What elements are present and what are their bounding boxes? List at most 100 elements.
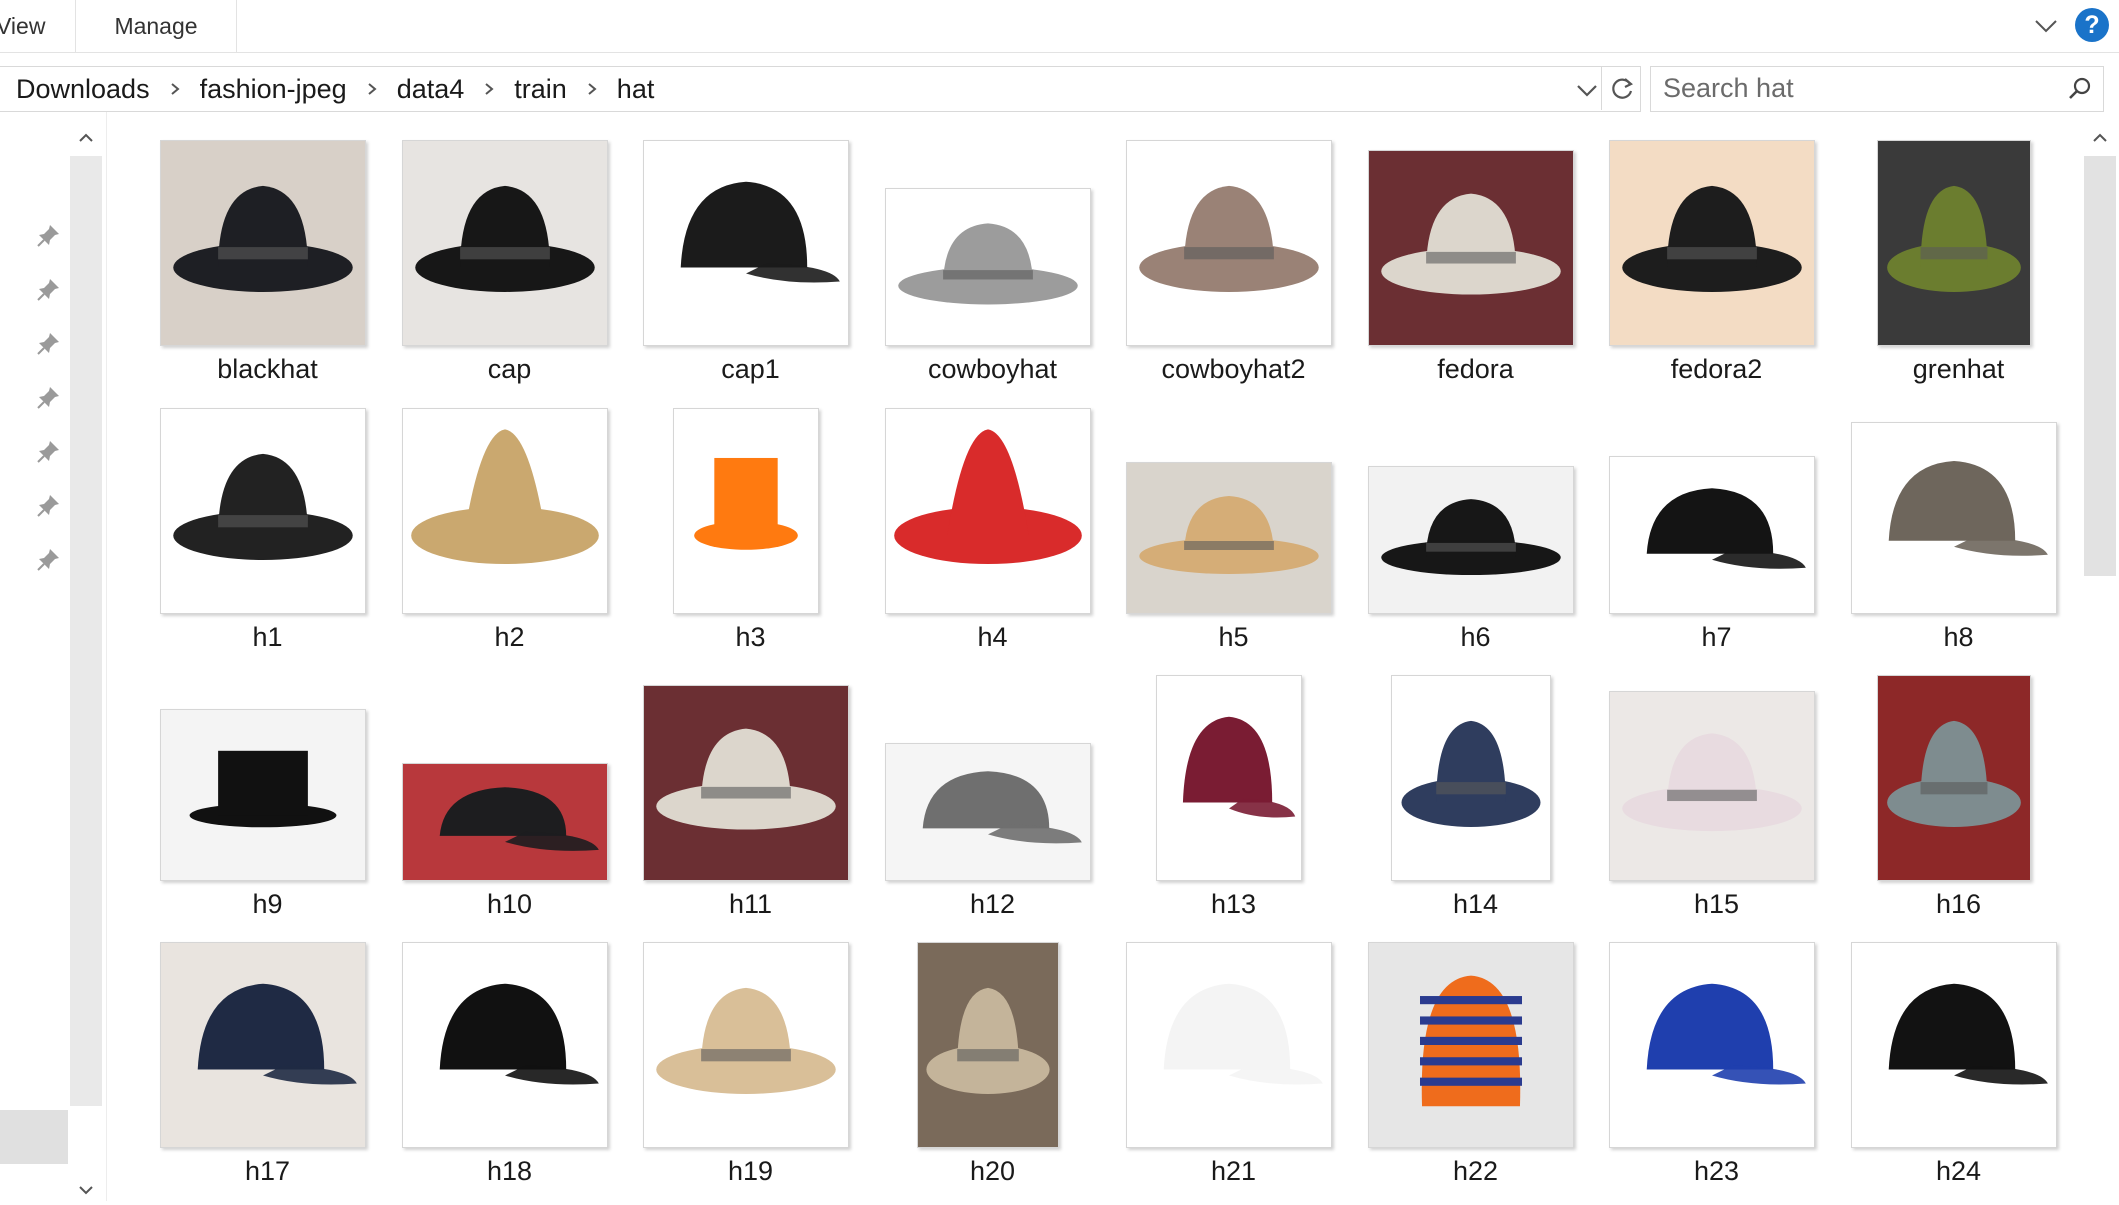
file-name[interactable]: h23 [1596, 1156, 1837, 1187]
file-item[interactable]: h19 [630, 932, 871, 1199]
file-thumbnail[interactable] [885, 942, 1089, 1148]
chevron-right-icon[interactable] [162, 67, 188, 111]
file-item[interactable]: h13 [1113, 665, 1354, 932]
file-name[interactable]: h24 [1838, 1156, 2067, 1187]
file-name[interactable]: h20 [872, 1156, 1113, 1187]
file-name[interactable]: h4 [872, 622, 1113, 653]
file-item[interactable]: cowboyhat2 [1113, 130, 1354, 397]
chevron-right-icon[interactable] [476, 67, 502, 111]
file-name[interactable]: grenhat [1838, 354, 2067, 385]
tab-view[interactable]: View [0, 0, 70, 52]
file-item[interactable]: cap1 [630, 130, 871, 397]
pin-icon[interactable] [36, 384, 62, 410]
file-name[interactable]: h8 [1838, 622, 2067, 653]
file-name[interactable]: h17 [147, 1156, 388, 1187]
file-name[interactable]: cowboyhat2 [1113, 354, 1354, 385]
file-thumbnail[interactable] [1609, 140, 1815, 346]
file-thumbnail[interactable] [643, 140, 849, 346]
chevron-right-icon[interactable] [359, 67, 385, 111]
file-thumbnail[interactable] [1609, 675, 1815, 881]
file-name[interactable]: cap [389, 354, 630, 385]
file-thumbnail[interactable] [160, 942, 366, 1148]
file-thumbnail[interactable] [402, 942, 608, 1148]
refresh-button[interactable] [1601, 66, 1642, 110]
file-thumbnail[interactable] [885, 140, 1091, 346]
address-bar[interactable]: Downloads fashion-jpeg data4 train hat [0, 66, 1641, 112]
nav-selected-item[interactable] [0, 1110, 68, 1164]
tab-manage[interactable]: Manage [75, 0, 237, 52]
file-name[interactable]: h18 [389, 1156, 630, 1187]
file-item[interactable]: h11 [630, 665, 871, 932]
file-thumbnail[interactable] [885, 408, 1091, 614]
file-thumbnail[interactable] [402, 408, 608, 614]
file-thumbnail[interactable] [1609, 942, 1815, 1148]
pin-icon[interactable] [36, 546, 62, 572]
file-thumbnail[interactable] [1368, 408, 1574, 614]
file-item[interactable]: h15 [1596, 665, 1837, 932]
file-name[interactable]: h14 [1355, 889, 1596, 920]
file-name[interactable]: h7 [1596, 622, 1837, 653]
content-scrollbar[interactable] [2080, 120, 2119, 1201]
file-thumbnail[interactable] [1851, 675, 2055, 881]
file-name[interactable]: h12 [872, 889, 1113, 920]
search-input[interactable] [1663, 67, 2043, 109]
file-thumbnail[interactable] [160, 408, 366, 614]
pin-icon[interactable] [36, 492, 62, 518]
breadcrumb-item-data4[interactable]: data4 [397, 74, 465, 105]
pin-icon[interactable] [36, 438, 62, 464]
file-item[interactable]: h4 [872, 398, 1113, 665]
file-thumbnail[interactable] [1851, 408, 2057, 614]
file-thumbnail[interactable] [1368, 140, 1574, 346]
chevron-right-icon[interactable] [579, 67, 605, 111]
file-item[interactable]: h16 [1838, 665, 2067, 932]
pin-icon[interactable] [36, 276, 62, 302]
file-thumbnail[interactable] [885, 675, 1091, 881]
file-item[interactable]: h7 [1596, 398, 1837, 665]
breadcrumb-item-hat[interactable]: hat [617, 74, 655, 105]
file-thumbnail[interactable] [1851, 942, 2057, 1148]
file-thumbnail[interactable] [1368, 675, 1572, 881]
file-item[interactable]: h12 [872, 665, 1113, 932]
file-name[interactable]: cowboyhat [872, 354, 1113, 385]
file-item[interactable]: h20 [872, 932, 1113, 1199]
file-thumbnail[interactable] [402, 675, 608, 881]
scroll-down-icon[interactable] [76, 1180, 96, 1200]
file-thumbnail[interactable] [1126, 675, 1330, 881]
file-thumbnail[interactable] [1126, 942, 1332, 1148]
file-item[interactable]: h22 [1355, 932, 1596, 1199]
file-thumbnail[interactable] [1126, 140, 1332, 346]
scroll-up-icon[interactable] [2090, 128, 2110, 148]
file-thumbnail[interactable] [643, 675, 849, 881]
content-scrollbar-thumb[interactable] [2084, 156, 2116, 576]
file-item[interactable]: h14 [1355, 665, 1596, 932]
file-item[interactable]: h8 [1838, 398, 2067, 665]
pin-icon[interactable] [36, 330, 62, 356]
file-item[interactable]: h23 [1596, 932, 1837, 1199]
file-name[interactable]: h10 [389, 889, 630, 920]
breadcrumb-item-fashion-jpeg[interactable]: fashion-jpeg [200, 74, 347, 105]
file-item[interactable]: fedora2 [1596, 130, 1837, 397]
file-name[interactable]: h21 [1113, 1156, 1354, 1187]
file-item[interactable]: h9 [147, 665, 388, 932]
file-item[interactable]: h6 [1355, 398, 1596, 665]
file-thumbnail[interactable] [1609, 408, 1815, 614]
chevron-down-icon[interactable] [2034, 14, 2058, 38]
file-name[interactable]: h5 [1113, 622, 1354, 653]
file-name[interactable]: h13 [1113, 889, 1354, 920]
file-item[interactable]: h17 [147, 932, 388, 1199]
file-item[interactable]: h24 [1838, 932, 2067, 1199]
file-item[interactable]: grenhat [1838, 130, 2067, 397]
file-item[interactable]: cap [389, 130, 630, 397]
file-name[interactable]: h1 [147, 622, 388, 653]
file-name[interactable]: h11 [630, 889, 871, 920]
file-thumbnail[interactable] [643, 408, 847, 614]
file-name[interactable]: cap1 [630, 354, 871, 385]
file-thumbnail[interactable] [643, 942, 849, 1148]
chevron-down-icon[interactable] [1574, 77, 1600, 103]
file-thumbnail[interactable] [402, 140, 608, 346]
file-name[interactable]: h15 [1596, 889, 1837, 920]
file-name[interactable]: h3 [630, 622, 871, 653]
file-item[interactable]: h1 [147, 398, 388, 665]
file-item[interactable]: h18 [389, 932, 630, 1199]
breadcrumb-item-train[interactable]: train [514, 74, 567, 105]
